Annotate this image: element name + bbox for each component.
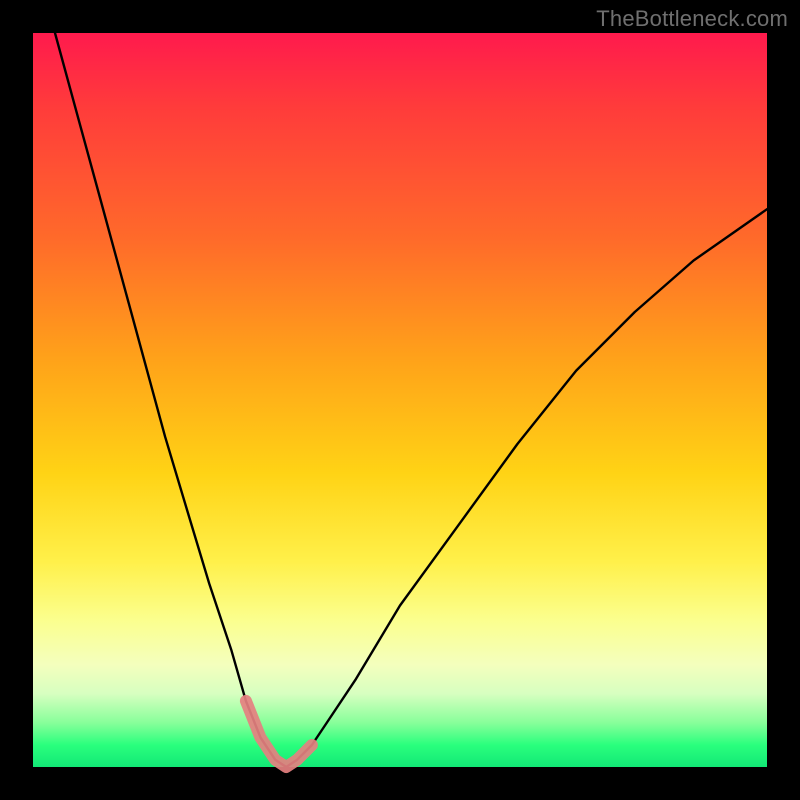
watermark-text: TheBottleneck.com [596, 6, 788, 32]
curve-layer [33, 33, 767, 767]
bottleneck-curve [55, 33, 767, 767]
chart-frame: TheBottleneck.com [0, 0, 800, 800]
highlight-band [246, 701, 312, 767]
